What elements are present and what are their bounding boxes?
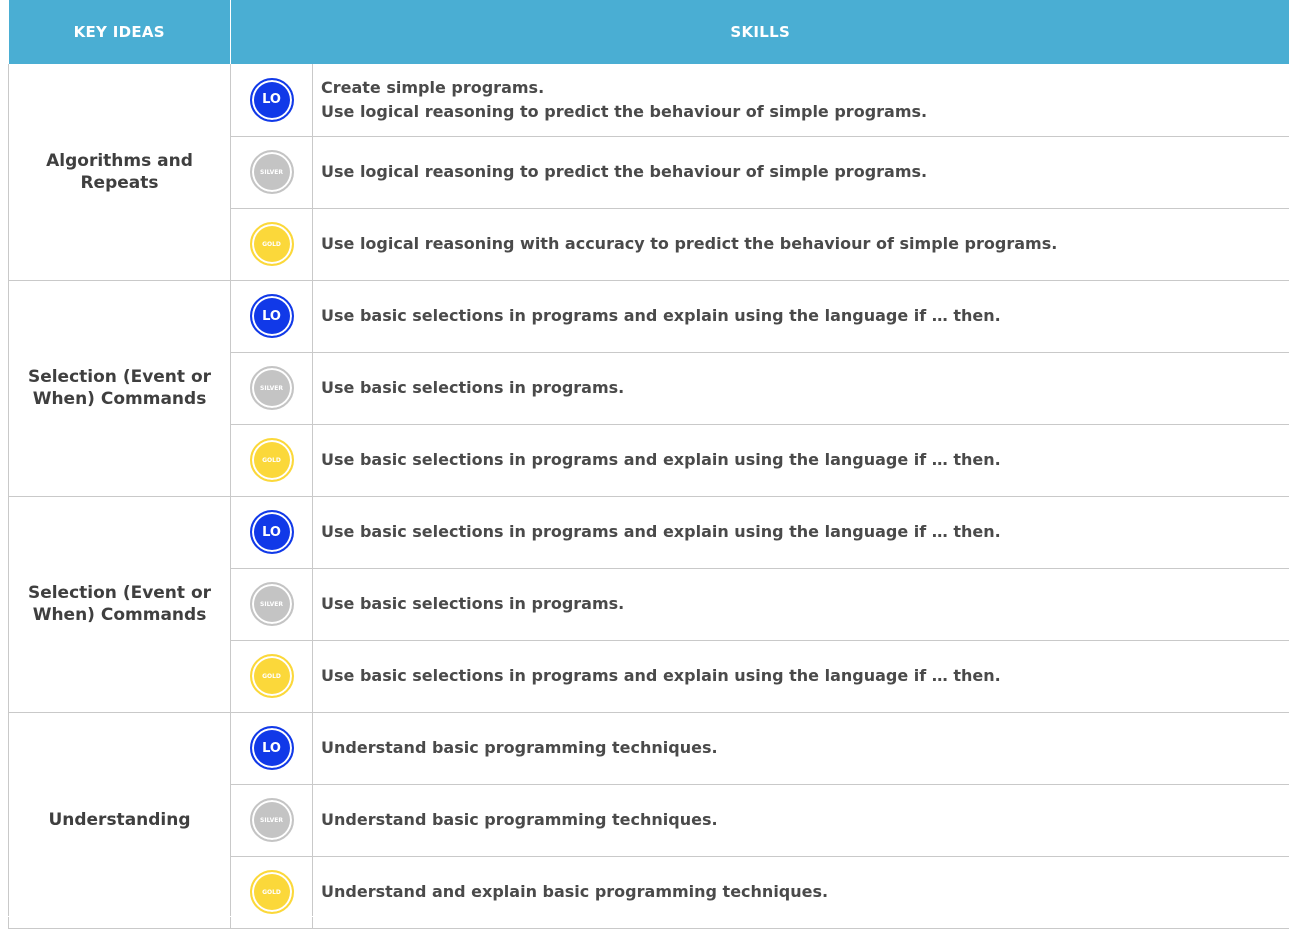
skill-cell: Use basic selections in programs and exp… (313, 424, 1289, 496)
skill-text: Use basic selections in programs and exp… (321, 664, 1289, 688)
skill-text: Understand basic programming techniques. (321, 808, 1289, 832)
skill-text: Understand basic programming techniques. (321, 736, 1289, 760)
silver-badge-icon: SILVER (250, 366, 294, 410)
badge-cell: SILVER (231, 784, 313, 856)
silver-badge-icon: SILVER (250, 582, 294, 626)
badge-cell: LO (231, 496, 313, 568)
header-skills: SKILLS (231, 0, 1289, 64)
header-key-ideas: KEY IDEAS (9, 0, 231, 64)
skill-text: Use logical reasoning to predict the beh… (321, 100, 1289, 124)
lo-badge-icon: LO (250, 510, 294, 554)
gold-badge-icon: GOLD (250, 870, 294, 914)
skill-cell: Use logical reasoning with accuracy to p… (313, 208, 1289, 280)
lo-badge-icon: LO (250, 294, 294, 338)
skill-cell: Use logical reasoning to predict the beh… (313, 136, 1289, 208)
skill-cell: Understand basic programming techniques. (313, 712, 1289, 784)
table-row: Selection (Event or When) CommandsLOUse … (9, 496, 1289, 568)
skill-text: Use basic selections in programs and exp… (321, 304, 1289, 328)
badge-cell: GOLD (231, 424, 313, 496)
gold-badge-icon: GOLD (250, 438, 294, 482)
skill-text: Use basic selections in programs and exp… (321, 448, 1289, 472)
badge-cell: SILVER (231, 568, 313, 640)
skill-cell: Use basic selections in programs and exp… (313, 280, 1289, 352)
lo-badge-icon: LO (250, 726, 294, 770)
skill-text: Use basic selections in programs. (321, 592, 1289, 616)
key-idea-cell: Selection (Event or When) Commands (9, 496, 231, 712)
skill-text: Use logical reasoning to predict the beh… (321, 160, 1289, 184)
skill-text: Create simple programs. (321, 76, 1289, 100)
skill-cell: Understand basic programming techniques. (313, 784, 1289, 856)
silver-badge-icon: SILVER (250, 150, 294, 194)
skill-cell: Use basic selections in programs. (313, 568, 1289, 640)
table-row: Algorithms and RepeatsLOCreate simple pr… (9, 64, 1289, 136)
badge-cell: GOLD (231, 208, 313, 280)
skill-text: Use basic selections in programs. (321, 376, 1289, 400)
badge-cell: SILVER (231, 136, 313, 208)
table-row: Selection (Event or When) CommandsLOUse … (9, 280, 1289, 352)
badge-cell: GOLD (231, 856, 313, 928)
skill-cell: Use basic selections in programs and exp… (313, 640, 1289, 712)
skill-text: Use basic selections in programs and exp… (321, 520, 1289, 544)
skill-cell: Understand and explain basic programming… (313, 856, 1289, 928)
key-idea-cell: Selection (Event or When) Commands (9, 280, 231, 496)
table-row: UnderstandingLOUnderstand basic programm… (9, 712, 1289, 784)
key-idea-cell: Understanding (9, 712, 231, 928)
skill-cell: Use basic selections in programs and exp… (313, 496, 1289, 568)
badge-cell: LO (231, 64, 313, 136)
gold-badge-icon: GOLD (250, 222, 294, 266)
lo-badge-icon: LO (250, 78, 294, 122)
skill-cell: Create simple programs.Use logical reaso… (313, 64, 1289, 136)
key-idea-cell: Algorithms and Repeats (9, 64, 231, 280)
badge-cell: GOLD (231, 640, 313, 712)
badge-cell: LO (231, 712, 313, 784)
badge-cell: LO (231, 280, 313, 352)
skill-text: Understand and explain basic programming… (321, 880, 1289, 904)
silver-badge-icon: SILVER (250, 798, 294, 842)
gold-badge-icon: GOLD (250, 654, 294, 698)
skill-cell: Use basic selections in programs. (313, 352, 1289, 424)
badge-cell: SILVER (231, 352, 313, 424)
skills-table: KEY IDEAS SKILLS Algorithms and Repeats L… (8, 0, 1289, 929)
table-body: Algorithms and Repeats LO Create simple pr… (9, 64, 1289, 928)
skill-text: Use logical reasoning with accuracy to p… (321, 232, 1289, 256)
table-header-row: KEY IDEAS SKILLS (9, 0, 1289, 64)
